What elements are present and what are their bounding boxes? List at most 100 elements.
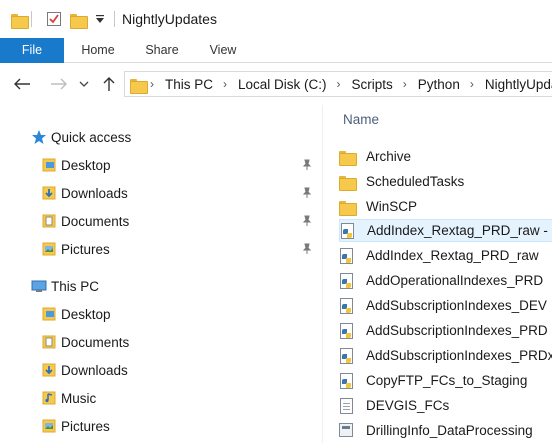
back-arrow-icon[interactable] [8,72,36,96]
python-file-icon [339,347,355,364]
separator [31,11,32,27]
breadcrumb-chevron-icon[interactable]: › [223,77,227,91]
pin-icon[interactable] [300,242,314,256]
pin-icon[interactable] [300,158,314,172]
nav-quick-downloads[interactable]: Downloads [41,179,128,207]
file-name: ScheduledTasks [366,174,465,189]
list-item[interactable]: AddSubscriptionIndexes_PRDx [339,344,552,367]
breadcrumb-nightlyupdates[interactable]: NightlyUpdates [485,77,552,92]
list-item-selected[interactable]: AddIndex_Rextag_PRD_raw - Copy [339,219,552,242]
nav-quick-access[interactable]: Quick access [31,123,131,151]
pin-icon[interactable] [300,186,314,200]
python-file-icon [339,272,355,289]
tab-file[interactable]: File [0,38,64,63]
window-title: NightlyUpdates [122,11,217,27]
file-name: AddSubscriptionIndexes_DEV [366,298,547,313]
nav-item-label: Documents [61,334,130,350]
file-name: WinSCP [366,199,418,214]
python-file-icon [339,297,355,314]
nav-item-label: Pictures [61,241,110,257]
text-file-icon [339,397,355,414]
nav-quick-documents[interactable]: Documents [41,207,129,235]
music-folder-icon [41,390,57,406]
new-folder-icon[interactable] [68,9,88,29]
nav-item-label: Pictures [61,418,110,434]
pictures-folder-icon [41,241,57,257]
breadcrumb-scripts[interactable]: Scripts [352,77,393,92]
list-item[interactable]: DrillingInfo_DataProcessing [339,419,552,442]
file-name: AddSubscriptionIndexes_PRD [366,323,548,338]
tab-home[interactable]: Home [74,38,122,63]
python-file-icon [340,222,356,239]
breadcrumb-python[interactable]: Python [418,77,460,92]
file-explorer-window: NightlyUpdates File Home Share View › Th… [0,0,552,443]
nav-item-label: Desktop [61,306,111,322]
title-bar: NightlyUpdates [0,0,552,38]
pin-icon[interactable] [300,214,314,228]
downloads-folder-icon [41,362,57,378]
list-item[interactable]: AddIndex_Rextag_PRD_raw [339,244,552,267]
nav-pc-pictures[interactable]: Pictures [41,412,110,440]
navigation-pane: Quick access Desktop Downloads Documents… [0,105,322,443]
computer-icon [31,278,47,294]
file-name: DrillingInfo_DataProcessing [366,423,533,438]
list-item[interactable]: WinSCP [339,195,552,218]
folder-icon[interactable] [6,9,29,29]
nav-quick-pictures[interactable]: Pictures [41,235,110,263]
ribbon-tabs: File Home Share View [0,38,552,63]
desktop-folder-icon [41,306,57,322]
nav-item-label: This PC [51,278,100,294]
list-item[interactable]: ScheduledTasks [339,170,552,193]
list-item[interactable]: CopyFTP_FCs_to_Staging [339,369,552,392]
breadcrumb-chevron-icon[interactable]: › [150,77,154,91]
folder-icon [339,199,357,216]
documents-folder-icon [41,213,57,229]
breadcrumb-chevron-icon[interactable]: › [403,77,407,91]
python-file-icon [339,322,355,339]
pictures-folder-icon [41,418,57,434]
python-file-icon [339,247,355,264]
file-name: AddIndex_Rextag_PRD_raw [366,248,539,263]
nav-item-label: Desktop [61,157,111,173]
folder-icon [130,77,148,94]
breadcrumb-this-pc[interactable]: This PC [165,77,213,92]
nav-item-label: Music [61,390,97,406]
list-item[interactable]: Archive [339,145,552,168]
nav-pc-documents[interactable]: Documents [41,328,129,356]
sort-ascending-icon: ^ [501,105,507,111]
list-item[interactable]: AddSubscriptionIndexes_PRD [339,319,552,342]
file-name: DEVGIS_FCs [366,398,450,413]
breadcrumb-chevron-icon[interactable]: › [470,77,474,91]
forward-arrow-icon[interactable] [46,72,72,96]
desktop-folder-icon [41,157,57,173]
file-name: CopyFTP_FCs_to_Staging [366,373,528,388]
properties-icon[interactable] [44,9,64,29]
nav-pc-desktop[interactable]: Desktop [41,300,111,328]
nav-pc-music[interactable]: Music [41,384,96,412]
tab-share[interactable]: Share [138,38,186,63]
folder-icon [339,174,357,191]
file-name: AddOperationalIndexes_PRD [366,273,544,288]
tab-view[interactable]: View [200,38,246,63]
list-item[interactable]: AddOperationalIndexes_PRD [339,269,552,292]
separator [114,11,115,27]
list-item[interactable]: AddSubscriptionIndexes_DEV [339,294,552,317]
nav-quick-desktop[interactable]: Desktop [41,151,111,179]
file-name: Archive [366,149,412,164]
file-list-pane: ^ Name Archive ScheduledTasks WinSCP Add… [323,105,552,443]
nav-item-label: Downloads [61,362,128,378]
downloads-folder-icon [41,185,57,201]
nav-pc-downloads[interactable]: Downloads [41,356,128,384]
breadcrumb-local-disk[interactable]: Local Disk (C:) [238,77,327,92]
breadcrumb-chevron-icon[interactable]: › [337,77,341,91]
up-arrow-icon[interactable] [98,72,120,96]
nav-this-pc[interactable]: This PC [31,272,99,300]
process-file-icon [339,422,355,439]
documents-folder-icon [41,334,57,350]
list-item[interactable]: DEVGIS_FCs [339,394,552,417]
recent-locations-chevron-icon[interactable] [76,72,92,96]
file-name: AddIndex_Rextag_PRD_raw - Copy [367,223,552,238]
column-header-name[interactable]: Name [343,112,379,127]
customize-quick-access-icon[interactable] [90,9,110,29]
address-bar[interactable]: › This PC › Local Disk (C:) › Scripts › … [124,71,552,97]
